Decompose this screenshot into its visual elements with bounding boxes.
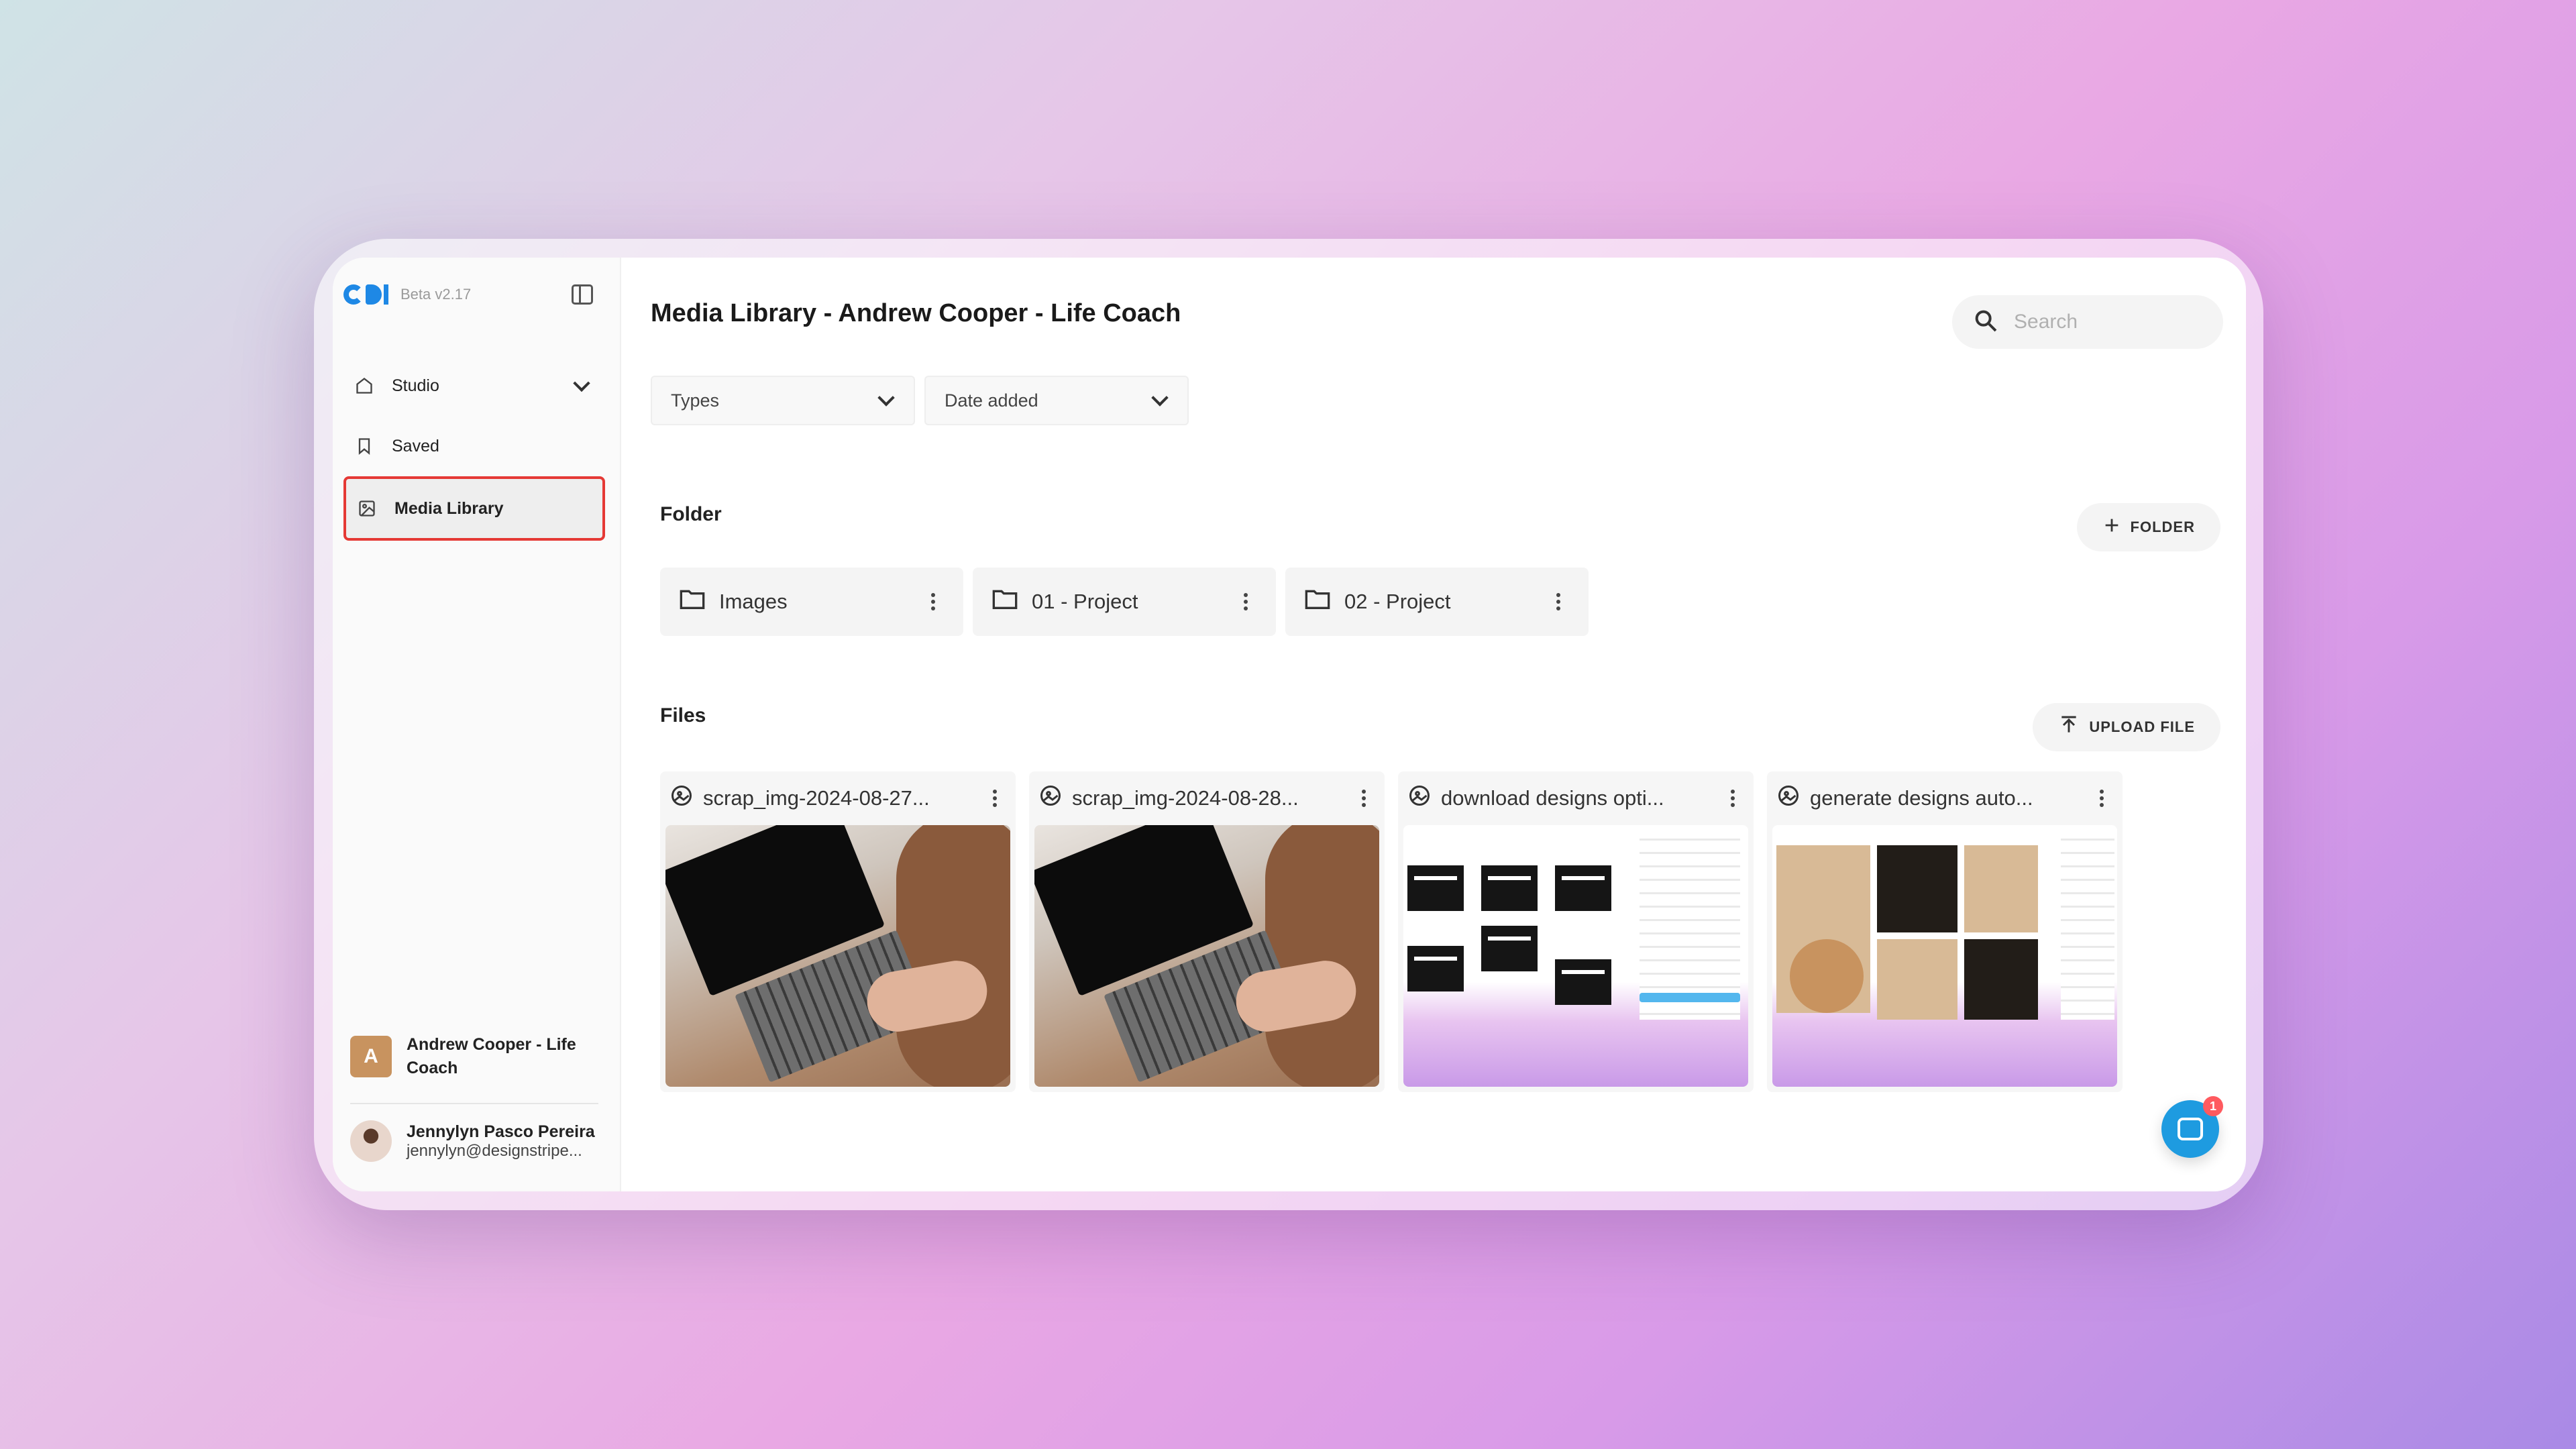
avatar	[350, 1120, 392, 1162]
home-icon	[354, 376, 374, 396]
more-options-icon[interactable]	[991, 790, 998, 807]
more-options-icon[interactable]	[1729, 790, 1736, 807]
folder-label: 02 - Project	[1344, 590, 1451, 613]
chevron-down-icon	[1151, 389, 1169, 407]
date-added-dropdown[interactable]: Date added	[924, 376, 1189, 425]
image-icon	[357, 498, 377, 519]
image-file-icon	[1407, 784, 1432, 813]
file-item[interactable]: download designs opti...	[1398, 771, 1754, 1092]
file-name: generate designs auto...	[1810, 786, 2033, 810]
sidebar-item-studio[interactable]: Studio	[343, 356, 605, 416]
file-item[interactable]: scrap_img-2024-08-28...	[1029, 771, 1385, 1092]
folder-item[interactable]: 02 - Project	[1285, 568, 1589, 636]
file-thumbnail[interactable]	[1403, 825, 1748, 1087]
add-folder-label: FOLDER	[2130, 519, 2195, 535]
main-content: Media Library - Andrew Cooper - Life Coa…	[621, 258, 2246, 1191]
file-item[interactable]: generate designs auto...	[1767, 771, 2123, 1092]
search-input[interactable]	[2014, 311, 2202, 333]
file-name: download designs opti...	[1441, 786, 1664, 810]
divider	[350, 1103, 598, 1104]
files-section-heading: Files	[660, 704, 706, 727]
types-dropdown-label: Types	[671, 390, 720, 411]
more-options-icon[interactable]	[1242, 593, 1249, 610]
image-file-icon	[669, 784, 694, 813]
sidebar-item-label: Media Library	[394, 498, 504, 518]
file-thumbnail[interactable]	[665, 825, 1010, 1087]
image-file-icon	[1038, 784, 1063, 813]
date-added-dropdown-label: Date added	[945, 390, 1038, 411]
folder-icon	[1304, 588, 1331, 616]
file-name: scrap_img-2024-08-28...	[1072, 786, 1299, 810]
file-thumbnail[interactable]	[1772, 825, 2117, 1087]
file-name: scrap_img-2024-08-27...	[703, 786, 930, 810]
version-label: Beta v2.17	[400, 286, 472, 303]
workspace-name: Andrew Cooper - Life Coach	[407, 1035, 576, 1077]
user-name: Jennylyn Pasco Pereira	[407, 1122, 595, 1141]
chevron-down-icon[interactable]	[573, 374, 590, 392]
types-dropdown[interactable]: Types	[651, 376, 915, 425]
upload-icon	[2058, 714, 2080, 740]
sidebar-toggle-icon[interactable]	[572, 284, 593, 305]
workspace-avatar: A	[350, 1036, 392, 1077]
logo[interactable]	[343, 284, 388, 305]
chat-button[interactable]: 1	[2161, 1096, 2223, 1158]
more-options-icon[interactable]	[1360, 790, 1367, 807]
app-window: Beta v2.17 Studio Saved Media Library A …	[333, 258, 2246, 1191]
page-title: Media Library - Andrew Cooper - Life Coa…	[651, 299, 1181, 327]
add-folder-button[interactable]: FOLDER	[2076, 503, 2220, 551]
folder-item[interactable]: 01 - Project	[973, 568, 1276, 636]
more-options-icon[interactable]	[1555, 593, 1562, 610]
notification-badge: 1	[2203, 1096, 2223, 1116]
file-thumbnail[interactable]	[1034, 825, 1379, 1087]
bookmark-icon	[354, 436, 374, 456]
image-file-icon	[1776, 784, 1801, 813]
folder-icon	[679, 588, 706, 616]
more-options-icon[interactable]	[930, 593, 936, 610]
user-email: jennylyn@designstripe...	[407, 1141, 582, 1160]
more-options-icon[interactable]	[2098, 790, 2105, 807]
folder-icon	[991, 588, 1018, 616]
upload-file-button[interactable]: UPLOAD FILE	[2033, 703, 2220, 751]
search-icon	[1972, 307, 1999, 337]
search-box[interactable]	[1952, 295, 2223, 349]
folder-section-heading: Folder	[660, 503, 722, 525]
sidebar-item-label: Saved	[392, 436, 439, 455]
folder-label: 01 - Project	[1032, 590, 1138, 613]
folder-item[interactable]: Images	[660, 568, 963, 636]
sidebar-nav: Studio Saved Media Library	[343, 356, 605, 541]
chevron-down-icon	[877, 389, 895, 407]
sidebar-item-media-library[interactable]: Media Library	[343, 476, 605, 541]
sidebar: Beta v2.17 Studio Saved Media Library A …	[333, 258, 621, 1191]
brand: Beta v2.17	[343, 284, 471, 305]
sidebar-item-label: Studio	[392, 376, 439, 395]
folder-list: Images 01 - Project 02 - Project	[660, 568, 1589, 636]
sidebar-item-saved[interactable]: Saved	[343, 416, 605, 476]
user-profile[interactable]: Jennylyn Pasco Pereira jennylyn@designst…	[350, 1120, 595, 1162]
plus-icon	[2102, 516, 2121, 539]
folder-label: Images	[719, 590, 788, 613]
file-grid: scrap_img-2024-08-27... scrap_img-2024-0…	[660, 771, 2123, 1092]
file-item[interactable]: scrap_img-2024-08-27...	[660, 771, 1016, 1092]
filter-bar: Types Date added	[651, 376, 1189, 425]
workspace-account[interactable]: A Andrew Cooper - Life Coach	[350, 1033, 608, 1080]
upload-file-label: UPLOAD FILE	[2089, 718, 2195, 735]
chat-icon	[2178, 1118, 2203, 1140]
